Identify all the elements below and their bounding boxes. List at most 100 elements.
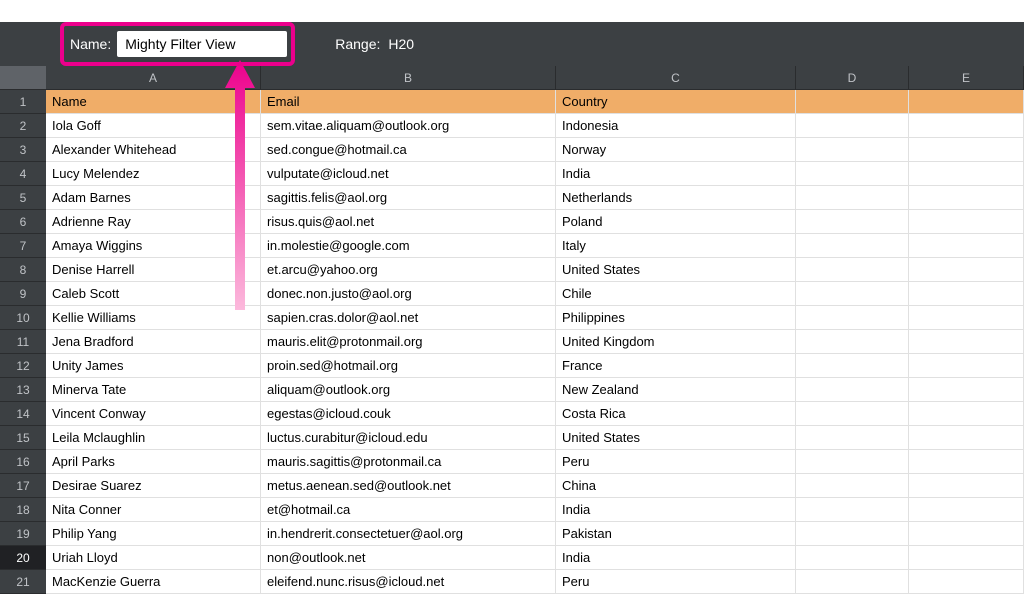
cell-country[interactable]: India [556,162,796,186]
cell-email[interactable]: et@hotmail.ca [261,498,556,522]
row-number[interactable]: 12 [0,354,46,378]
cell-email[interactable]: proin.sed@hotmail.org [261,354,556,378]
col-header-B[interactable]: B [261,66,556,90]
row-number[interactable]: 19 [0,522,46,546]
cell-empty[interactable] [909,258,1024,282]
row-number[interactable]: 5 [0,186,46,210]
cell-empty[interactable] [796,354,909,378]
row-number[interactable]: 10 [0,306,46,330]
cell-name[interactable]: Leila Mclaughlin [46,426,261,450]
row-number[interactable]: 17 [0,474,46,498]
header-name[interactable]: Name [46,90,261,114]
cell-email[interactable]: sed.congue@hotmail.ca [261,138,556,162]
cell-name[interactable]: Iola Goff [46,114,261,138]
cell-empty[interactable] [909,210,1024,234]
row-number[interactable]: 18 [0,498,46,522]
cell-empty[interactable] [796,474,909,498]
cell-email[interactable]: eleifend.nunc.risus@icloud.net [261,570,556,594]
cell-name[interactable]: Caleb Scott [46,282,261,306]
header-empty-e[interactable] [909,90,1024,114]
cell-country[interactable]: Norway [556,138,796,162]
cell-country[interactable]: Peru [556,570,796,594]
row-number[interactable]: 3 [0,138,46,162]
header-email[interactable]: Email [261,90,556,114]
header-country[interactable]: Country [556,90,796,114]
cell-country[interactable]: United States [556,426,796,450]
cell-empty[interactable] [909,162,1024,186]
cell-empty[interactable] [796,450,909,474]
cell-name[interactable]: Vincent Conway [46,402,261,426]
cell-country[interactable]: China [556,474,796,498]
row-number[interactable]: 6 [0,210,46,234]
cell-name[interactable]: Denise Harrell [46,258,261,282]
cell-empty[interactable] [796,570,909,594]
cell-country[interactable]: New Zealand [556,378,796,402]
cell-empty[interactable] [796,306,909,330]
cell-country[interactable]: United States [556,258,796,282]
cell-email[interactable]: luctus.curabitur@icloud.edu [261,426,556,450]
cell-empty[interactable] [796,282,909,306]
row-number[interactable]: 7 [0,234,46,258]
cell-country[interactable]: Indonesia [556,114,796,138]
cell-name[interactable]: Minerva Tate [46,378,261,402]
cell-empty[interactable] [909,330,1024,354]
cell-name[interactable]: Unity James [46,354,261,378]
row-number[interactable]: 13 [0,378,46,402]
row-number[interactable]: 2 [0,114,46,138]
col-header-D[interactable]: D [796,66,909,90]
cell-empty[interactable] [909,186,1024,210]
cell-country[interactable]: United Kingdom [556,330,796,354]
cell-empty[interactable] [909,114,1024,138]
cell-name[interactable]: Jena Bradford [46,330,261,354]
cell-empty[interactable] [909,450,1024,474]
row-number[interactable]: 8 [0,258,46,282]
cell-empty[interactable] [909,234,1024,258]
cell-empty[interactable] [796,522,909,546]
cell-email[interactable]: vulputate@icloud.net [261,162,556,186]
col-header-C[interactable]: C [556,66,796,90]
cell-email[interactable]: et.arcu@yahoo.org [261,258,556,282]
cell-email[interactable]: aliquam@outlook.org [261,378,556,402]
row-number[interactable]: 11 [0,330,46,354]
cell-name[interactable]: Uriah Lloyd [46,546,261,570]
cell-country[interactable]: Philippines [556,306,796,330]
cell-empty[interactable] [796,330,909,354]
cell-name[interactable]: April Parks [46,450,261,474]
cell-empty[interactable] [796,258,909,282]
cell-country[interactable]: Costa Rica [556,402,796,426]
filter-name-input[interactable] [117,31,287,57]
cell-empty[interactable] [909,138,1024,162]
cell-name[interactable]: MacKenzie Guerra [46,570,261,594]
row-number[interactable]: 16 [0,450,46,474]
cell-name[interactable]: Adam Barnes [46,186,261,210]
header-empty-d[interactable] [796,90,909,114]
cell-email[interactable]: sapien.cras.dolor@aol.net [261,306,556,330]
cell-country[interactable]: Pakistan [556,522,796,546]
cell-email[interactable]: metus.aenean.sed@outlook.net [261,474,556,498]
cell-empty[interactable] [909,522,1024,546]
cell-country[interactable]: Poland [556,210,796,234]
cell-empty[interactable] [796,138,909,162]
cell-name[interactable]: Lucy Melendez [46,162,261,186]
cell-empty[interactable] [909,570,1024,594]
cell-email[interactable]: risus.quis@aol.net [261,210,556,234]
row-number[interactable]: 14 [0,402,46,426]
cell-name[interactable]: Alexander Whitehead [46,138,261,162]
col-header-A[interactable]: A [46,66,261,90]
cell-country[interactable]: India [556,546,796,570]
cell-email[interactable]: donec.non.justo@aol.org [261,282,556,306]
cell-country[interactable]: Italy [556,234,796,258]
cell-name[interactable]: Amaya Wiggins [46,234,261,258]
cell-country[interactable]: India [556,498,796,522]
cell-empty[interactable] [796,426,909,450]
cell-empty[interactable] [796,402,909,426]
cell-name[interactable]: Kellie Williams [46,306,261,330]
cell-empty[interactable] [796,210,909,234]
cell-empty[interactable] [909,378,1024,402]
cell-empty[interactable] [796,498,909,522]
cell-name[interactable]: Philip Yang [46,522,261,546]
cell-email[interactable]: mauris.sagittis@protonmail.ca [261,450,556,474]
row-number[interactable]: 4 [0,162,46,186]
cell-name[interactable]: Desirae Suarez [46,474,261,498]
cell-country[interactable]: France [556,354,796,378]
